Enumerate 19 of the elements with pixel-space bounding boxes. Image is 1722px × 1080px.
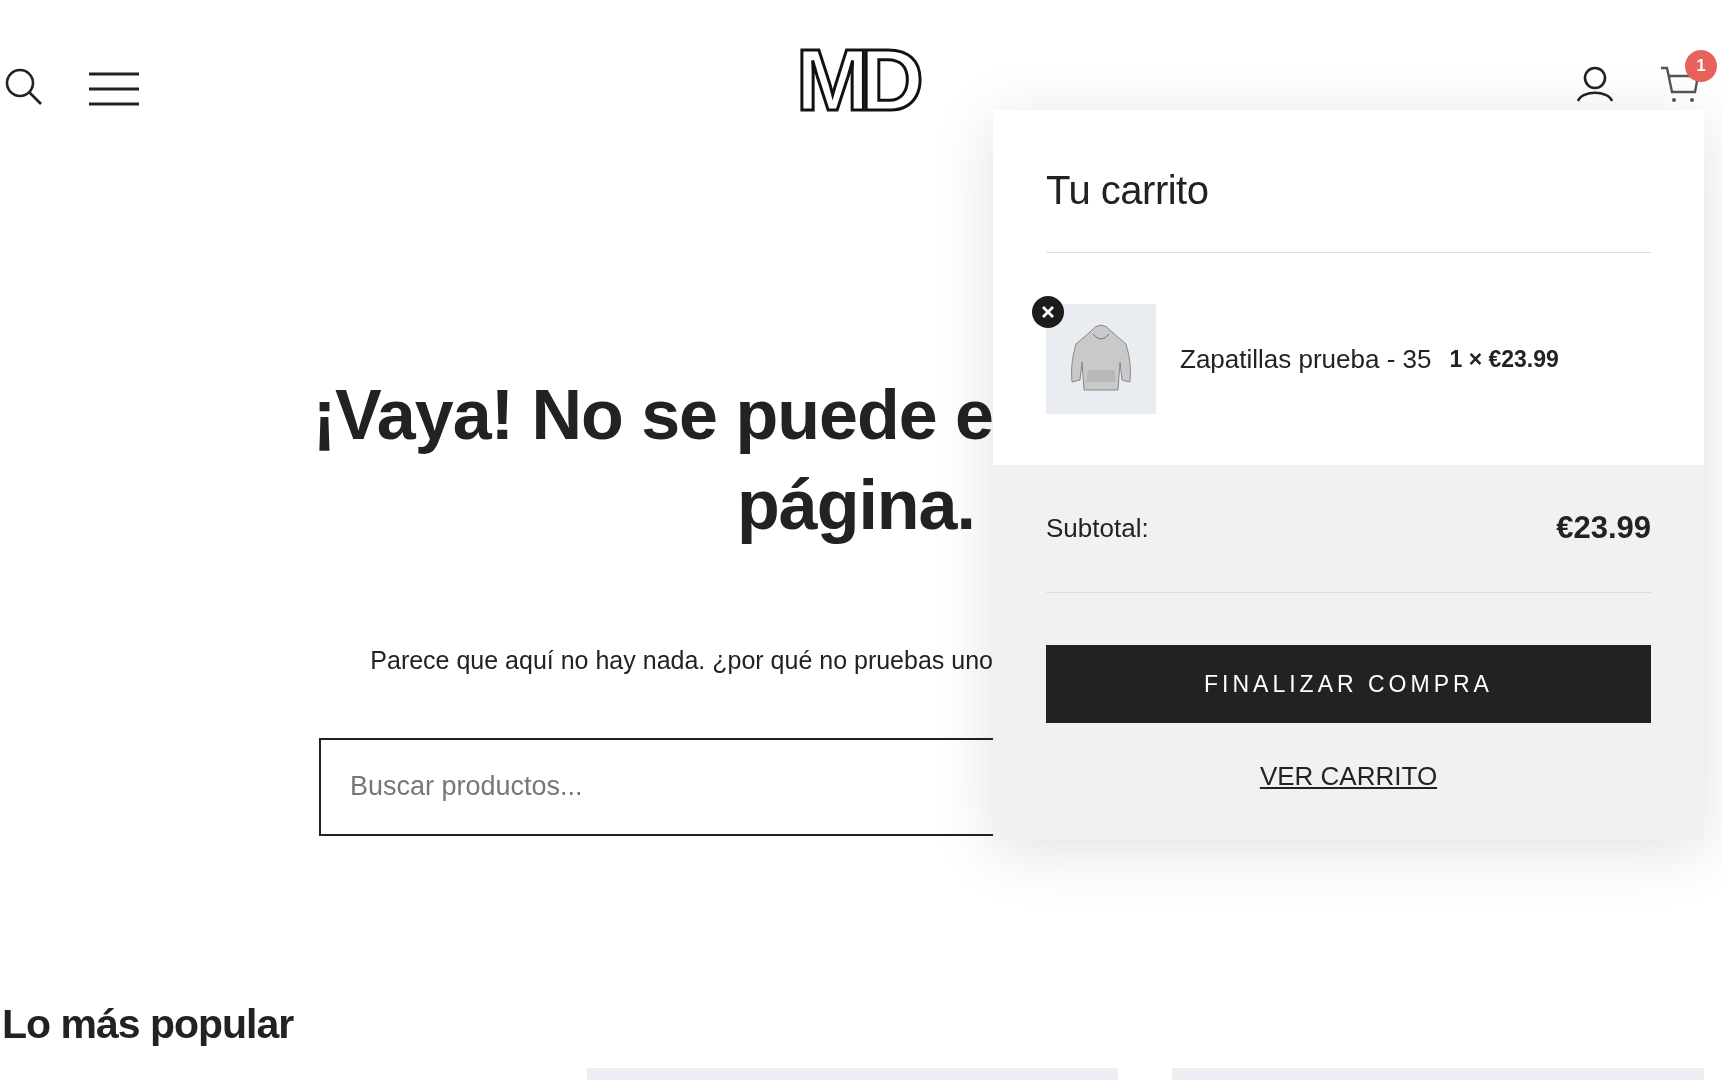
product-name[interactable]: Zapatillas prueba - 35 <box>1180 339 1432 379</box>
subtotal-label: Subtotal: <box>1046 512 1149 545</box>
remove-button[interactable] <box>1032 296 1064 328</box>
checkout-button[interactable]: FINALIZAR COMPRA <box>1046 645 1651 723</box>
page-heading: ¡Vaya! No se puede e <box>312 375 993 456</box>
logo[interactable]: MD <box>796 36 915 124</box>
subtotal-amount: €23.99 <box>1556 509 1651 548</box>
cart-count-badge: 1 <box>1685 50 1717 82</box>
message-text: Parece que aquí no hay nada. ¿por qué no pruebas uno <box>369 645 993 676</box>
quantity-price: 1 × €23.99 <box>1449 344 1559 374</box>
view-cart-link[interactable]: VER CARRITO <box>1259 757 1438 796</box>
cart-title: Tu carrito <box>1046 110 1651 253</box>
page-heading: página. <box>736 465 975 546</box>
search-icon[interactable] <box>5 68 43 106</box>
close-icon <box>1041 305 1055 319</box>
search-field[interactable]: Buscar productos... <box>319 737 993 836</box>
user-icon[interactable] <box>1576 66 1614 102</box>
section-title: Lo más popular <box>2 999 295 1049</box>
menu-icon[interactable] <box>89 72 139 106</box>
